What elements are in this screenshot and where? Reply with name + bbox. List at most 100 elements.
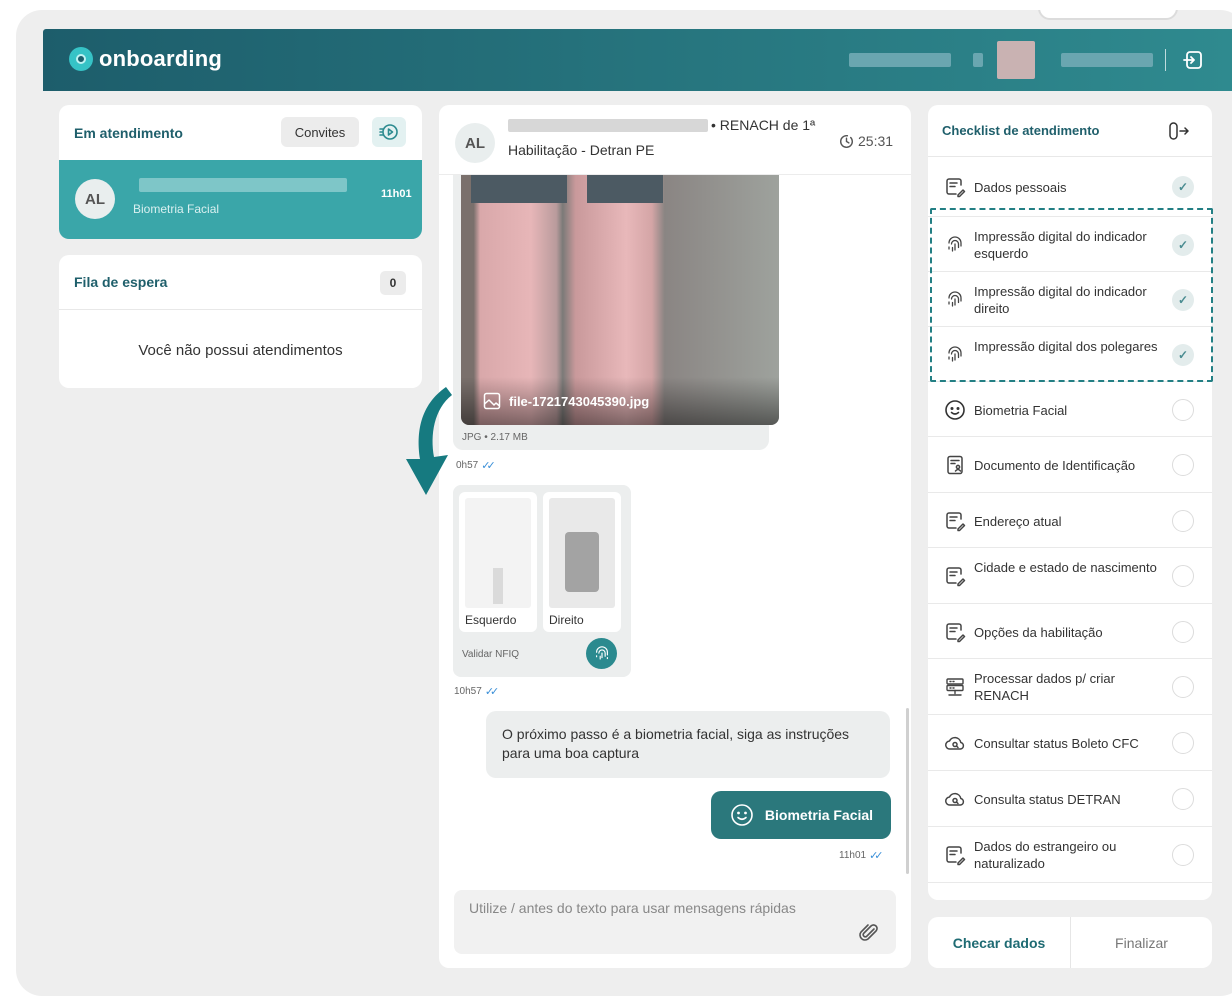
logo-mark-icon [69,47,93,71]
logo-text: onboarding [99,46,222,71]
header-divider [1165,49,1166,71]
form-edit-icon [944,621,966,643]
in-service-title: Em atendimento [74,124,183,141]
checklist-item-label: Documento de Identificação [974,458,1136,473]
image-message[interactable]: file-1721743045390.jpg [453,175,779,450]
form-edit-icon [944,510,966,532]
fingerprint-icon [944,344,966,366]
checklist-item-label: Impressão digital do indicador esquerdo [974,228,1147,261]
user-info-redacted [973,53,983,67]
finish-button[interactable]: Finalizar [1070,917,1212,968]
unchecked-circle-icon[interactable] [1172,398,1194,421]
checklist-item[interactable]: Cidade e estado de nascimento [928,548,1212,604]
unchecked-circle-icon[interactable] [1172,565,1194,587]
form-edit-icon [944,176,966,198]
unchecked-circle-icon[interactable] [1172,732,1194,754]
conversation-subtitle: Biometria Facial [133,202,220,216]
active-conversation-item[interactable]: AL Biometria Facial 11h01 [59,160,422,239]
queue-panel: Fila de espera 0 Você não possui atendim… [59,255,422,388]
checklist-item-label: Dados pessoais [974,180,1067,195]
unchecked-circle-icon[interactable] [1172,454,1194,476]
invites-button[interactable]: Convites [281,117,359,147]
checklist-title: Checklist de atendimento [942,123,1100,138]
fingerprint-capture-message: Esquerdo Direito Validar NFIQ [453,485,631,677]
unchecked-circle-icon[interactable] [1172,509,1194,532]
id-document-icon [944,454,966,476]
timer-value: 25:31 [858,133,894,149]
frame-tab-decoration [1038,10,1178,20]
session-timer: 25:31 [839,133,893,149]
agent-text-message: O próximo passo é a biometria facial, si… [486,711,890,778]
checklist-item-label: Processar dados p/ criar RENACH [974,671,1115,703]
checklist-item[interactable]: Consultar status Boleto CFC [928,715,1212,771]
message-timestamp: 10h57 ✓✓ [454,686,499,698]
form-edit-icon [944,844,966,866]
brand-logo[interactable]: onboarding [69,46,222,72]
checklist-item[interactable]: Impressão digital dos polegares ✓ [928,327,1212,382]
checklist-item[interactable]: Documento de Identificação [928,437,1212,493]
image-file-meta: JPG • 2.17 MB [462,432,528,443]
conversation-time: 11h01 [381,188,412,200]
fingerprint-photo[interactable] [461,175,779,425]
chat-panel: AL • RENACH de 1ª Habilitação - Detran P… [439,105,911,968]
checked-icon[interactable]: ✓ [1172,288,1194,311]
checklist-item-label: Endereço atual [974,513,1062,529]
checklist-item-label: Opções da habilitação [974,624,1103,640]
checked-icon[interactable]: ✓ [1172,176,1194,198]
chat-scrollbar[interactable] [906,708,909,874]
checklist-item[interactable]: Dados pessoais ✓ [928,157,1212,217]
read-ticks-icon: ✓✓ [481,460,496,472]
cloud-search-icon [944,788,966,810]
fingerprint-left-label: Esquerdo [465,613,517,627]
checklist-item[interactable]: Dados do estrangeiro ou naturalizado [928,827,1212,883]
cloud-search-icon [944,732,966,754]
user-avatar[interactable] [997,41,1035,79]
unchecked-circle-icon[interactable] [1172,676,1194,698]
checked-icon[interactable]: ✓ [1172,233,1194,256]
fingerprint-right-label: Direito [549,613,584,627]
face-icon [731,804,753,826]
play-list-icon [379,124,398,140]
fingerprint-left-slot[interactable]: Esquerdo [459,492,537,632]
fingerprint-icon [944,289,966,311]
checklist-item[interactable]: Processar dados p/ criar RENACH [928,659,1212,715]
user-info-redacted [849,53,951,67]
checklist-actions: Checar dados Finalizar [928,917,1212,968]
checklist-item[interactable]: Biometria Facial [928,382,1212,437]
client-name-redacted [139,178,347,192]
checklist-item-label: Cidade e estado de nascimento [974,560,1157,575]
start-session-button[interactable] [372,117,406,147]
checklist-item-label: Dados do estrangeiro ou naturalizado [974,839,1117,871]
checklist-item[interactable]: Impressão digital do indicador direito ✓ [928,272,1212,327]
attach-icon[interactable] [858,922,880,944]
top-header: onboarding [43,29,1232,91]
message-timestamp: 11h01 ✓✓ [839,850,884,862]
form-edit-icon [944,565,966,587]
unchecked-circle-icon[interactable] [1172,788,1194,810]
unchecked-circle-icon[interactable] [1172,620,1194,643]
checklist-item[interactable]: Consulta status DETRAN [928,771,1212,827]
checklist-item-label: Consultar status Boleto CFC [974,736,1139,751]
validate-nfiq-button[interactable] [586,638,617,669]
collapse-panel-icon[interactable] [1168,120,1190,142]
user-name-redacted [1061,53,1153,67]
checklist-item-label: Consulta status DETRAN [974,792,1121,807]
check-data-button[interactable]: Checar dados [928,917,1070,968]
logout-icon[interactable] [1181,47,1207,73]
facial-biometrics-button[interactable]: Biometria Facial [711,791,891,839]
annotation-arrow [390,383,460,503]
empty-queue-text: Você não possui atendimentos [138,342,343,359]
in-service-panel: Em atendimento Convites AL Biometria Fac… [59,105,422,239]
checklist-item-label: Impressão digital dos polegares [974,338,1158,354]
checklist-item[interactable]: Opções da habilitação [928,604,1212,659]
checked-icon[interactable]: ✓ [1172,343,1194,366]
image-file-name[interactable]: file-1721743045390.jpg [483,392,649,410]
fingerprint-right-slot[interactable]: Direito [543,492,621,632]
message-timestamp: 0h57 ✓✓ [456,460,496,472]
checklist-item[interactable]: Impressão digital do indicador esquerdo ✓ [928,217,1212,272]
message-input[interactable] [469,900,849,916]
unchecked-circle-icon[interactable] [1172,844,1194,866]
queue-count-badge: 0 [380,271,406,295]
checklist-item[interactable]: Endereço atual [928,493,1212,548]
server-icon [944,676,966,698]
